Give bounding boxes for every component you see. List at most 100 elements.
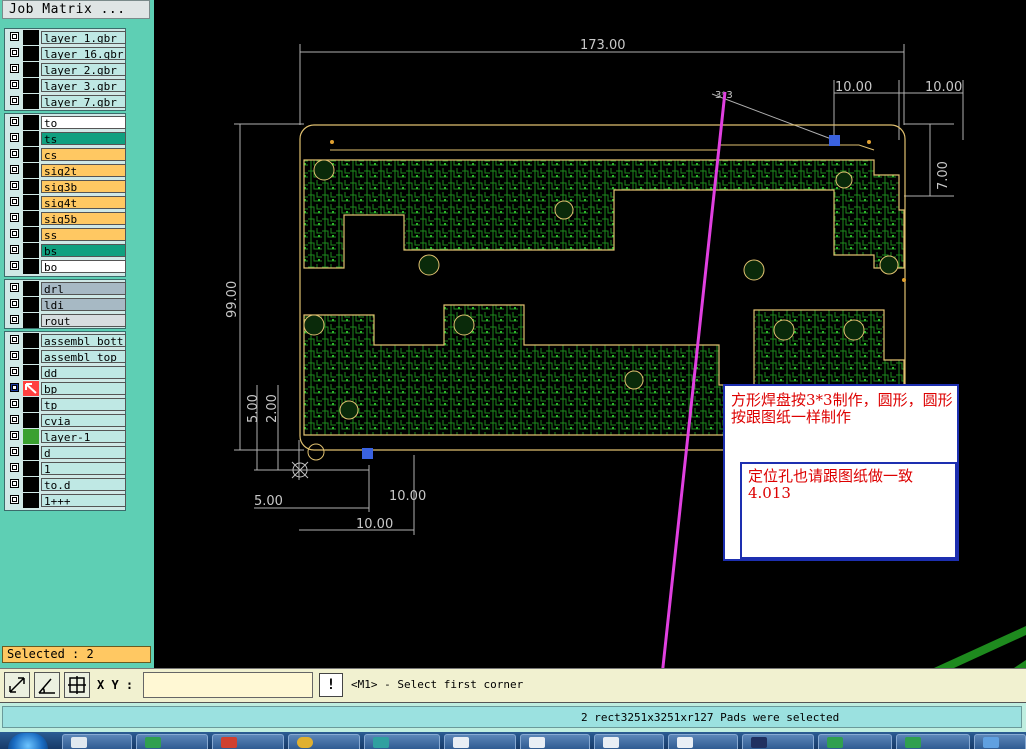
layer-visibility-checkbox[interactable] xyxy=(10,149,19,158)
layer-visibility-checkbox[interactable] xyxy=(10,213,19,222)
layer-color-swatch[interactable] xyxy=(23,365,39,380)
layer-name[interactable]: bp xyxy=(41,382,126,395)
layer-name[interactable]: 1+++ xyxy=(41,494,126,507)
layer-visibility-checkbox[interactable] xyxy=(10,245,19,254)
layer-row[interactable]: layer_1.gbr xyxy=(6,30,126,45)
layer-visibility-checkbox[interactable] xyxy=(10,165,19,174)
taskbar-app-4[interactable] xyxy=(288,734,360,749)
taskbar-app-3[interactable] xyxy=(212,734,284,749)
layer-name[interactable]: 1 xyxy=(41,462,126,475)
layer-row[interactable]: layer_16.gbr xyxy=(6,46,126,61)
taskbar-app-13[interactable] xyxy=(974,734,1026,749)
layer-row[interactable]: bs xyxy=(6,243,126,258)
taskbar-app-9[interactable] xyxy=(668,734,738,749)
layer-color-swatch[interactable] xyxy=(23,281,39,296)
layer-row[interactable]: ts xyxy=(6,131,126,146)
layer-color-swatch[interactable] xyxy=(23,179,39,194)
layer-visibility-checkbox[interactable] xyxy=(10,431,19,440)
layer-visibility-checkbox[interactable] xyxy=(10,96,19,105)
layer-row[interactable]: to xyxy=(6,115,126,130)
measure-tool-button[interactable] xyxy=(4,672,30,698)
layer-visibility-checkbox[interactable] xyxy=(10,447,19,456)
layer-name[interactable]: sig3b xyxy=(41,180,126,193)
layer-color-swatch[interactable] xyxy=(23,147,39,162)
taskbar-app-5[interactable] xyxy=(364,734,440,749)
layer-color-swatch[interactable] xyxy=(23,349,39,364)
layer-visibility-checkbox[interactable] xyxy=(10,383,19,392)
layer-row[interactable]: layer_7.gbr xyxy=(6,94,126,109)
taskbar-app-12[interactable] xyxy=(896,734,970,749)
layer-visibility-checkbox[interactable] xyxy=(10,283,19,292)
layer-name[interactable]: to xyxy=(41,116,126,129)
job-matrix-title[interactable]: Job Matrix ... xyxy=(2,0,150,19)
layer-name[interactable]: cs xyxy=(41,148,126,161)
layer-visibility-checkbox[interactable] xyxy=(10,399,19,408)
layer-visibility-checkbox[interactable] xyxy=(10,48,19,57)
layer-row[interactable]: bo xyxy=(6,259,126,274)
layer-color-swatch[interactable] xyxy=(23,429,39,444)
layer-row[interactable]: to.d xyxy=(6,477,126,492)
layer-row[interactable]: rout xyxy=(6,313,126,328)
layer-row[interactable]: assembl_bott xyxy=(6,333,126,348)
layer-name[interactable]: ss xyxy=(41,228,126,241)
layer-name[interactable]: sig4t xyxy=(41,196,126,209)
layer-visibility-checkbox[interactable] xyxy=(10,117,19,126)
layer-visibility-checkbox[interactable] xyxy=(10,229,19,238)
layer-color-swatch[interactable] xyxy=(23,30,39,45)
layer-row[interactable]: assembl_top xyxy=(6,349,126,364)
layer-color-swatch[interactable] xyxy=(23,445,39,460)
layer-visibility-checkbox[interactable] xyxy=(10,479,19,488)
layer-row[interactable]: dd xyxy=(6,365,126,380)
layer-color-swatch[interactable] xyxy=(23,313,39,328)
layer-visibility-checkbox[interactable] xyxy=(10,261,19,270)
layer-name[interactable]: layer_1.gbr xyxy=(41,31,126,44)
start-button[interactable] xyxy=(8,733,48,749)
layer-name[interactable]: tp xyxy=(41,398,126,411)
layer-row[interactable]: d xyxy=(6,445,126,460)
layer-color-swatch[interactable] xyxy=(23,115,39,130)
layer-name[interactable]: bo xyxy=(41,260,126,273)
layer-name[interactable]: drl xyxy=(41,282,126,295)
layer-visibility-checkbox[interactable] xyxy=(10,463,19,472)
layer-color-swatch[interactable] xyxy=(23,413,39,428)
layer-row[interactable]: drl xyxy=(6,281,126,296)
layer-color-swatch[interactable] xyxy=(23,46,39,61)
taskbar-app-6[interactable] xyxy=(444,734,516,749)
layer-name[interactable]: to.d xyxy=(41,478,126,491)
layer-name[interactable]: sig2t xyxy=(41,164,126,177)
angle-tool-button[interactable] xyxy=(34,672,60,698)
layer-visibility-checkbox[interactable] xyxy=(10,299,19,308)
layer-row[interactable]: cvia xyxy=(6,413,126,428)
layer-name[interactable]: rout xyxy=(41,314,126,327)
taskbar-app-10[interactable] xyxy=(742,734,814,749)
layer-name[interactable]: layer_7.gbr xyxy=(41,95,126,108)
layer-visibility-checkbox[interactable] xyxy=(10,133,19,142)
layer-visibility-checkbox[interactable] xyxy=(10,64,19,73)
layer-visibility-checkbox[interactable] xyxy=(10,32,19,41)
layer-color-swatch[interactable] xyxy=(23,461,39,476)
layer-row[interactable]: layer-1 xyxy=(6,429,126,444)
layer-color-swatch[interactable] xyxy=(23,195,39,210)
layer-visibility-checkbox[interactable] xyxy=(10,80,19,89)
layer-color-swatch[interactable] xyxy=(23,297,39,312)
layer-color-swatch[interactable] xyxy=(23,477,39,492)
layer-row[interactable]: layer_2.gbr xyxy=(6,62,126,77)
layer-color-swatch[interactable] xyxy=(23,259,39,274)
layer-visibility-checkbox[interactable] xyxy=(10,315,19,324)
layer-row[interactable]: ss xyxy=(6,227,126,242)
layer-name[interactable]: d xyxy=(41,446,126,459)
layer-color-swatch[interactable] xyxy=(23,211,39,226)
layer-name[interactable]: layer-1 xyxy=(41,430,126,443)
layer-row[interactable]: layer_3.gbr xyxy=(6,78,126,93)
layer-visibility-checkbox[interactable] xyxy=(10,367,19,376)
layer-color-swatch[interactable] xyxy=(23,131,39,146)
layer-name[interactable]: assembl_bott xyxy=(41,334,126,347)
xy-coordinate-input[interactable] xyxy=(143,672,313,698)
layer-row[interactable]: 1+++ xyxy=(6,493,126,508)
layer-name[interactable]: ldi xyxy=(41,298,126,311)
layer-name[interactable]: assembl_top xyxy=(41,350,126,363)
layer-row[interactable]: tp xyxy=(6,397,126,412)
layer-name[interactable]: dd xyxy=(41,366,126,379)
layer-color-swatch[interactable] xyxy=(23,243,39,258)
alert-button[interactable]: ! xyxy=(319,673,343,697)
